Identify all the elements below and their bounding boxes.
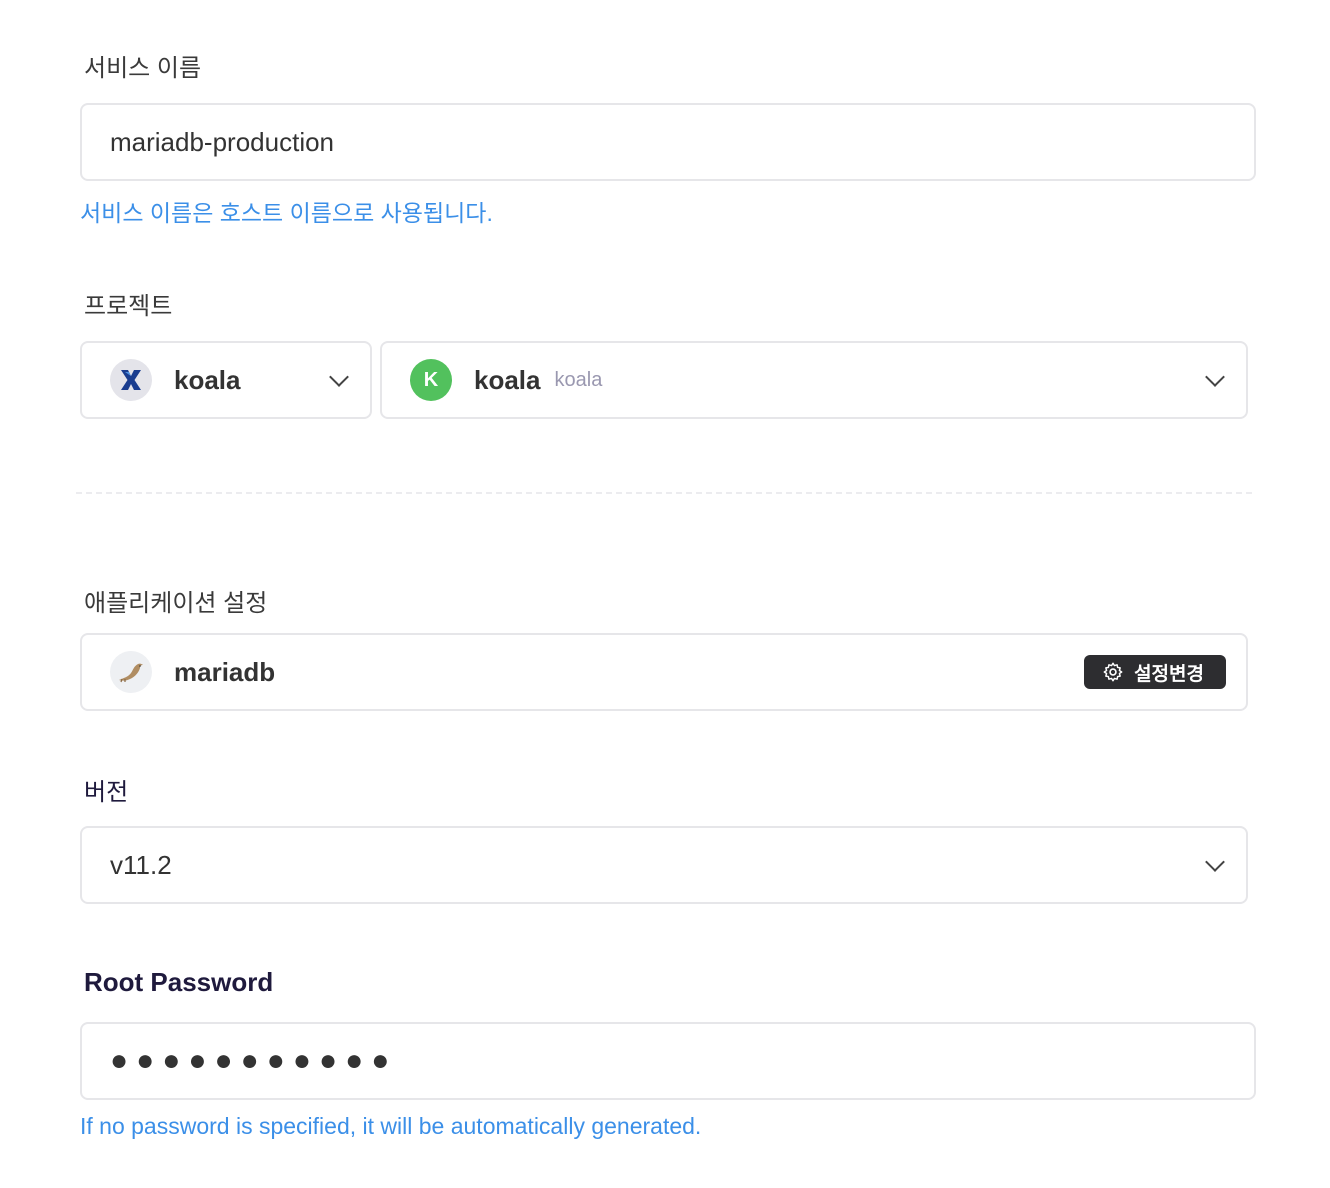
mariadb-seal-icon (110, 651, 152, 693)
root-password-label: Root Password (84, 967, 274, 997)
application-label: 애플리케이션 설정 (84, 590, 268, 617)
project-label: 프로젝트 (84, 293, 173, 320)
change-settings-button[interactable]: 설정변경 (1084, 655, 1226, 689)
version-value: v11.2 (110, 849, 172, 880)
application-card: mariadb 설정변경 (80, 633, 1248, 711)
service-name-hint: 서비스 이름은 호스트 이름으로 사용됩니다. (80, 200, 493, 226)
root-password-value: ●●●●●●●●●●● (110, 1044, 398, 1077)
application-name: mariadb (174, 656, 276, 687)
workspace-x-logo-icon (110, 359, 152, 401)
section-divider (76, 492, 1252, 494)
service-name-input[interactable]: mariadb-production (80, 103, 1256, 181)
workspace-name: koala (174, 364, 241, 395)
service-name-label: 서비스 이름 (84, 55, 202, 82)
project-select[interactable]: K koala koala (380, 341, 1248, 419)
workspace-select[interactable]: koala (80, 341, 372, 419)
project-avatar: K (410, 359, 452, 401)
chevron-down-icon (329, 367, 349, 387)
root-password-hint: If no password is specified, it will be … (80, 1113, 702, 1139)
project-sub-name: koala (554, 368, 603, 391)
version-label: 버전 (84, 779, 129, 806)
root-password-input[interactable]: ●●●●●●●●●●● (80, 1022, 1256, 1100)
chevron-down-icon (1205, 852, 1225, 872)
service-name-value: mariadb-production (110, 126, 335, 157)
chevron-down-icon (1205, 367, 1225, 387)
gear-icon (1103, 662, 1123, 682)
project-name: koala (474, 364, 541, 395)
version-select[interactable]: v11.2 (80, 826, 1248, 904)
change-settings-label: 설정변경 (1134, 663, 1204, 685)
